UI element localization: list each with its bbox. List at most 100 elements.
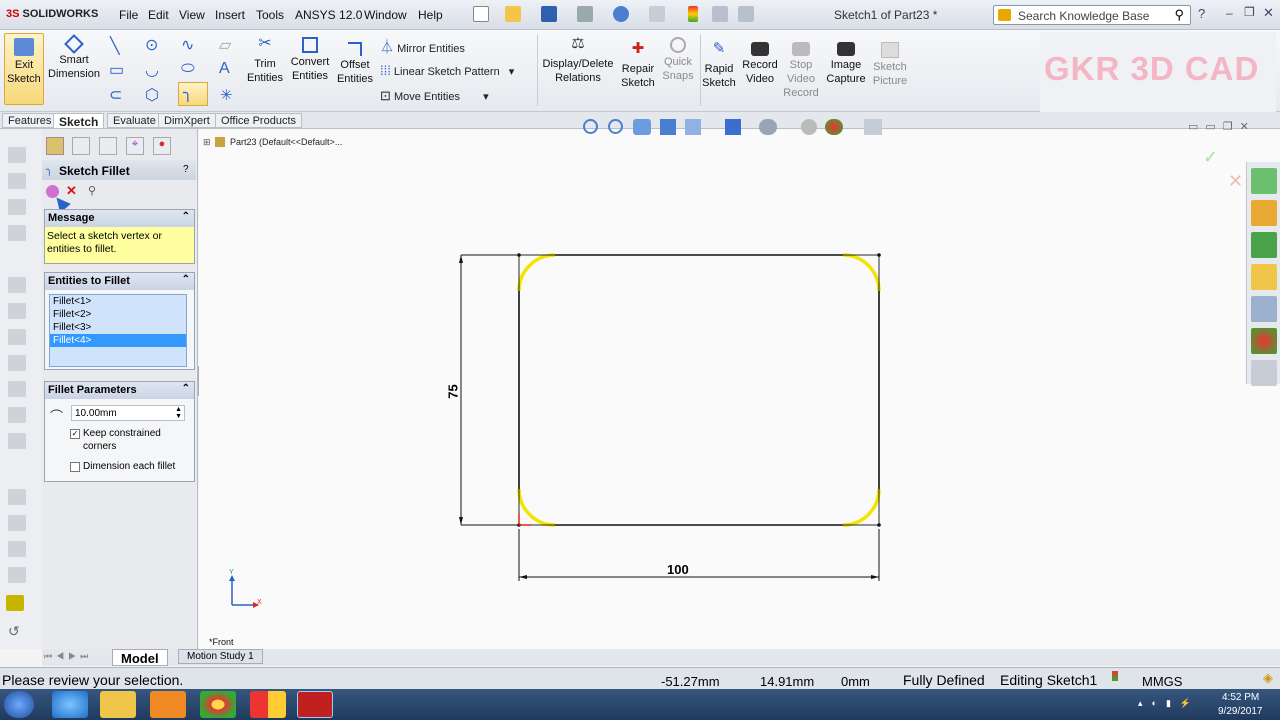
- tab-features[interactable]: Features: [2, 113, 58, 128]
- sketch-picture-button[interactable]: Sketch Picture: [870, 38, 910, 88]
- spinner-icon[interactable]: ▲ ▼: [175, 406, 182, 420]
- tag-icon[interactable]: ◈: [1263, 670, 1273, 686]
- extrude-icon[interactable]: [8, 147, 26, 163]
- solidworks-taskbar-icon[interactable]: [297, 691, 333, 718]
- rebuild-status-icon[interactable]: [1112, 671, 1118, 681]
- tab-scroll-arrows[interactable]: ⏮◀▶⏭: [44, 651, 92, 662]
- repair-sketch-button[interactable]: ✚ Repair Sketch: [618, 38, 658, 90]
- internet-explorer-icon[interactable]: [52, 691, 88, 718]
- restore-icon[interactable]: ❐: [1244, 5, 1255, 19]
- solidworks-resources-icon[interactable]: [1251, 168, 1277, 194]
- menu-view[interactable]: View: [179, 8, 205, 22]
- close-icon[interactable]: ✕: [1263, 5, 1274, 21]
- rapid-sketch-button[interactable]: ✎ Rapid Sketch: [700, 38, 738, 90]
- collapse-icon[interactable]: ⌃: [182, 211, 190, 222]
- circle-tool-icon[interactable]: ⊙: [145, 35, 158, 55]
- trim-entities-button[interactable]: ✂ Trim Entities: [244, 33, 286, 85]
- appearances-icon[interactable]: [1251, 328, 1277, 354]
- entities-header[interactable]: Entities to Fillet ⌃: [45, 273, 194, 290]
- feature-manager-tab-icon[interactable]: [46, 137, 64, 155]
- status-units[interactable]: MMGS: [1142, 674, 1182, 689]
- rebuild-icon[interactable]: [688, 6, 698, 22]
- sweep-icon[interactable]: [8, 199, 26, 215]
- sketch-canvas[interactable]: [199, 129, 1246, 649]
- tab-office-products[interactable]: Office Products: [215, 113, 302, 128]
- list-item[interactable]: Fillet<3>: [50, 321, 186, 334]
- property-manager-tab-icon[interactable]: [72, 137, 90, 155]
- undo-icon[interactable]: [613, 6, 629, 22]
- menu-file[interactable]: File: [119, 8, 138, 22]
- reference-geometry-icon[interactable]: [8, 515, 26, 531]
- sketch-rectangle-edges[interactable]: [518, 254, 880, 526]
- radius-input[interactable]: 10.00mm ▲ ▼: [71, 405, 185, 421]
- rectangle-sketch[interactable]: [517, 253, 881, 527]
- point-tool-icon[interactable]: ✳: [220, 86, 233, 104]
- fillet-bottom-right[interactable]: [842, 488, 881, 527]
- mirror-entities-button[interactable]: ⏃ Mirror Entities: [380, 37, 465, 57]
- search-input[interactable]: Search Knowledge Base ⚲: [993, 5, 1191, 25]
- office-icon[interactable]: [250, 691, 286, 718]
- file-explorer-taskbar-icon[interactable]: [100, 691, 136, 718]
- keep-corners-checkbox[interactable]: ✓: [70, 429, 80, 439]
- width-dimension[interactable]: [518, 529, 880, 581]
- fillet-top-left[interactable]: [517, 253, 556, 292]
- sketch-fillet-tool-icon[interactable]: ╮: [178, 82, 208, 106]
- cut-icon[interactable]: [8, 277, 26, 293]
- custom-properties-icon[interactable]: [1251, 360, 1277, 386]
- dimension-each-checkbox[interactable]: [70, 462, 80, 472]
- fillet-params-header[interactable]: Fillet Parameters ⌃: [45, 382, 194, 399]
- menu-insert[interactable]: Insert: [215, 8, 245, 22]
- message-header[interactable]: Message ⌃: [45, 210, 194, 227]
- chamfer-icon[interactable]: [8, 329, 26, 345]
- image-capture-button[interactable]: Image Capture: [824, 38, 868, 86]
- slot-tool-icon[interactable]: ⊂: [109, 85, 122, 105]
- media-player-icon[interactable]: [150, 691, 186, 718]
- dimxpert-tab-icon[interactable]: ⌖: [126, 137, 144, 155]
- smart-dimension-button[interactable]: Smart Dimension: [46, 33, 102, 81]
- tab-sketch[interactable]: Sketch: [53, 113, 105, 129]
- shell-icon[interactable]: [8, 381, 26, 397]
- corner-point[interactable]: [877, 523, 881, 527]
- menu-help[interactable]: Help: [418, 8, 443, 22]
- configuration-manager-tab-icon[interactable]: [99, 137, 117, 155]
- exit-sketch-button[interactable]: Exit Sketch: [4, 33, 44, 105]
- start-button-icon[interactable]: [4, 691, 34, 718]
- save-icon[interactable]: [541, 6, 557, 22]
- rotate-view-icon[interactable]: ↺: [8, 623, 26, 639]
- curves-icon[interactable]: [8, 489, 26, 505]
- draft-icon[interactable]: [8, 407, 26, 423]
- collapse-icon[interactable]: ⌃: [182, 383, 190, 394]
- view-palette-icon[interactable]: [1251, 296, 1277, 322]
- options-icon[interactable]: [738, 6, 754, 22]
- text-tool-icon[interactable]: A: [219, 60, 230, 78]
- height-dimension-value[interactable]: 75: [446, 384, 461, 398]
- instant3d-icon[interactable]: [6, 595, 24, 611]
- height-dimension-lines[interactable]: [460, 254, 519, 526]
- fillet-bottom-left[interactable]: [517, 488, 556, 527]
- pushpin-icon[interactable]: ⚲: [88, 184, 96, 197]
- file-properties-icon[interactable]: [712, 6, 728, 22]
- design-library-icon[interactable]: [1251, 232, 1277, 258]
- height-dimension[interactable]: [459, 254, 519, 526]
- mirror-feature-icon[interactable]: [8, 433, 26, 449]
- ellipse-tool-icon[interactable]: ⬭: [181, 60, 195, 78]
- cancel-icon[interactable]: ✕: [66, 183, 77, 199]
- minimize-icon[interactable]: –: [1226, 6, 1233, 20]
- print-icon[interactable]: [577, 6, 593, 22]
- file-explorer-icon[interactable]: [1251, 264, 1277, 290]
- menu-window[interactable]: Window: [364, 8, 407, 22]
- line-tool-icon[interactable]: ╲: [110, 36, 120, 56]
- menu-ansys[interactable]: ANSYS 12.0: [295, 8, 362, 22]
- help-icon[interactable]: ?: [1198, 6, 1205, 21]
- record-video-button[interactable]: Record Video: [740, 38, 780, 86]
- move-entities-button[interactable]: ⊡ Move Entities ▾: [380, 88, 489, 104]
- convert-entities-button[interactable]: Convert Entities: [288, 33, 332, 83]
- menu-edit[interactable]: Edit: [148, 8, 169, 22]
- fillet-top-right[interactable]: [842, 253, 881, 292]
- menu-tools[interactable]: Tools: [256, 8, 284, 22]
- chrome-icon[interactable]: [200, 691, 236, 718]
- rectangle-tool-icon[interactable]: ▭: [109, 60, 124, 80]
- collapse-icon[interactable]: ⌃: [182, 274, 190, 285]
- linear-sketch-pattern-button[interactable]: ⁞⁞⁞ Linear Sketch Pattern ▾: [380, 63, 514, 78]
- tab-dimxpert[interactable]: DimXpert: [158, 113, 216, 128]
